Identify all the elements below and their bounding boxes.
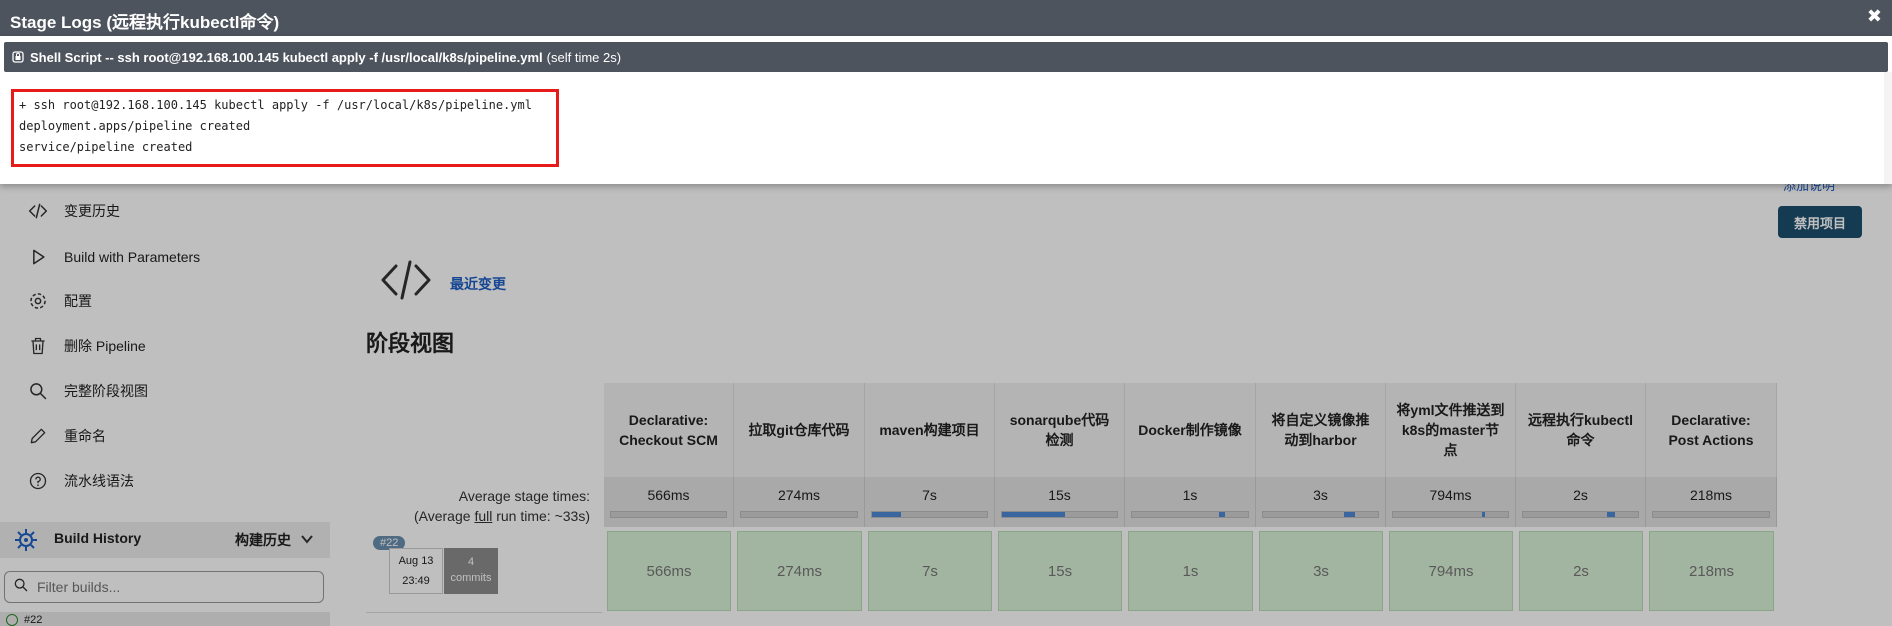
modal-title: Stage Logs (远程执行kubectl命令): [10, 13, 280, 32]
log-line: service/pipeline created: [19, 140, 193, 154]
close-icon[interactable]: ✖: [1867, 6, 1882, 27]
lock-icon: [12, 51, 24, 63]
stage-logs-header: Stage Logs (远程执行kubectl命令) ✖: [0, 0, 1892, 36]
step-name: Shell Script -- ssh root@192.168.100.145…: [30, 49, 543, 65]
log-scrollbar[interactable]: [1884, 72, 1892, 184]
step-header[interactable]: Shell Script -- ssh root@192.168.100.145…: [4, 42, 1888, 72]
step-self-time: (self time 2s): [546, 49, 622, 65]
log-line: deployment.apps/pipeline created: [19, 119, 251, 133]
log-line: + ssh root@192.168.100.145 kubectl apply…: [19, 98, 532, 112]
